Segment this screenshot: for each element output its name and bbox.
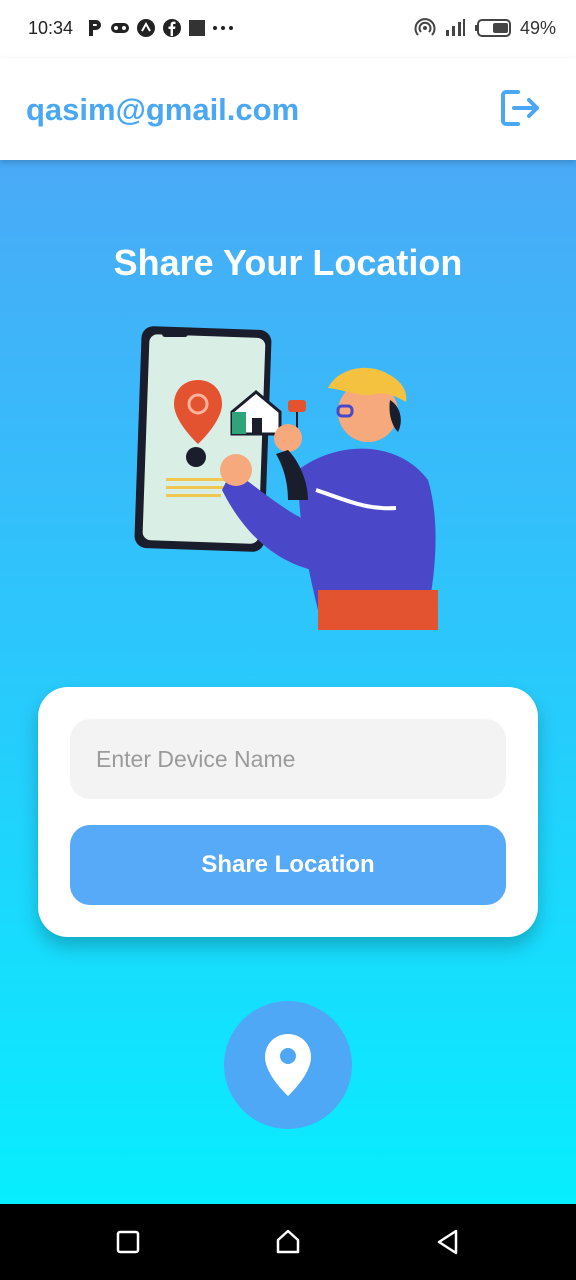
facebook-icon xyxy=(163,19,181,37)
location-sharing-illustration xyxy=(134,326,438,630)
arrow-circle-icon xyxy=(137,19,155,37)
battery-icon xyxy=(474,19,511,37)
battery-percentage: 49% xyxy=(519,17,556,38)
share-location-button[interactable]: Share Location xyxy=(70,825,506,905)
hotspot-icon xyxy=(414,18,436,36)
status-bar: 10:34 49% xyxy=(0,0,576,58)
system-nav-bar xyxy=(0,1204,576,1280)
status-left-icons xyxy=(86,16,234,40)
app-bar: qasim@gmail.com xyxy=(0,58,576,160)
status-time: 10:34 xyxy=(28,18,74,38)
page-title: Share Your Location xyxy=(113,242,463,283)
location-fab-button[interactable] xyxy=(224,1001,352,1129)
main-content: Share Your Location Enter Device Name Sh… xyxy=(0,160,576,1204)
square-icon xyxy=(189,20,205,36)
p-icon xyxy=(89,20,101,36)
location-pin-icon xyxy=(265,1034,311,1096)
share-form-card: Share Location xyxy=(38,687,538,937)
more-dots-icon xyxy=(213,26,233,30)
logout-icon xyxy=(501,90,539,126)
user-email: qasim@gmail.com xyxy=(26,92,300,127)
home-icon[interactable] xyxy=(274,1228,302,1256)
signal-icon xyxy=(445,19,465,36)
game-icon xyxy=(111,23,129,33)
device-name-input[interactable] xyxy=(70,719,506,799)
back-icon[interactable] xyxy=(434,1228,462,1256)
recents-icon[interactable] xyxy=(114,1228,142,1256)
status-right-icons: 49% xyxy=(414,16,556,40)
logout-button[interactable] xyxy=(498,86,542,130)
